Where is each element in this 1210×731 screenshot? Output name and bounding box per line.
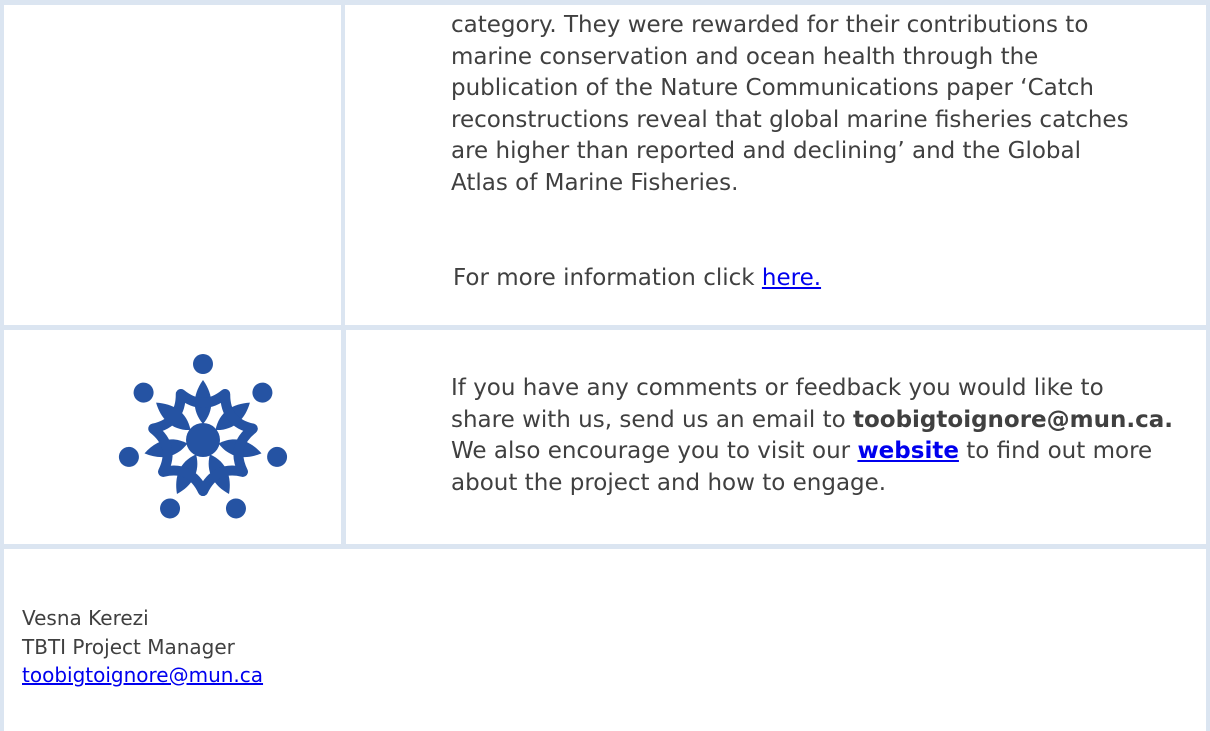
feedback-line: about the project and how to engage. [451,469,887,496]
feedback-line: share with us, send us an email to toobi… [451,405,1201,437]
signature-title: TBTI Project Manager [22,634,235,659]
signature-name: Vesna Kerezi [22,606,149,630]
table-border-top [0,0,1210,5]
feedback-text: to find out more [958,438,1153,464]
website-link-label: website [857,438,959,464]
feedback-text: share with us, send us an email to [451,406,853,433]
award-line: category. They were rewarded for their c… [451,12,1089,38]
award-line: reconstructions reveal that global marin… [451,106,1129,133]
feedback-email: toobigtoignore@mun.ca. [852,406,1173,433]
tbti-logo-icon [118,354,288,519]
feedback-line: If you have any comments or feedback you… [451,375,1104,401]
newsletter-table: category. They were rewarded for their c… [0,0,1210,731]
award-line: marine conservation and ocean health thr… [451,43,1039,70]
more-info-line: For more information click here. [453,263,1153,295]
row-divider-2 [0,544,1210,549]
more-info-text: For more information click [453,265,762,291]
award-line: Atlas of Marine Fisheries. [451,169,739,196]
table-border-right [1206,0,1210,731]
award-line: are higher than reported and declining’ … [451,138,1081,164]
website-link[interactable]: website [857,438,958,464]
table-border-left [0,0,4,731]
signature-block: Vesna Kerezi TBTI Project Manager toobig… [22,604,263,690]
award-line: publication of the Nature Communications… [451,75,1095,101]
feedback-line: We also encourage you to visit our websi… [451,436,1201,468]
here-link[interactable]: here. [762,265,821,291]
column-divider-mid [343,330,346,544]
feedback-paragraph: If you have any comments or feedback you… [451,373,1201,499]
award-paragraph: category. They were rewarded for their c… [451,10,1191,199]
row-divider-1 [0,325,1210,330]
signature-email-line: toobigtoignore@mun.ca [22,661,263,690]
signature-email-link[interactable]: toobigtoignore@mun.ca [22,663,263,687]
feedback-text: We also encourage you to visit our [451,438,858,464]
